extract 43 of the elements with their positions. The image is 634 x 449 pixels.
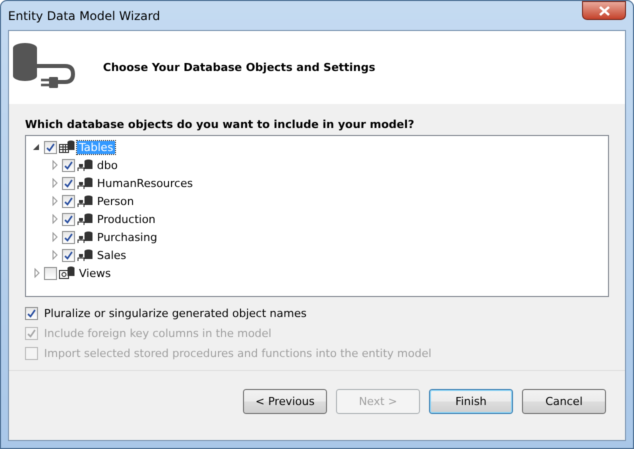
tree-checkbox[interactable] — [62, 158, 75, 172]
schema-icon — [77, 194, 93, 208]
schema-icon — [77, 230, 93, 244]
expand-arrow-icon[interactable] — [50, 160, 60, 170]
tree-checkbox[interactable] — [62, 212, 75, 226]
expand-arrow-icon[interactable] — [50, 250, 60, 260]
expand-arrow-icon[interactable] — [50, 196, 60, 206]
schema-icon — [77, 212, 93, 226]
expand-arrow-icon[interactable] — [50, 214, 60, 224]
close-button[interactable] — [582, 1, 626, 20]
view-database-icon — [59, 266, 75, 280]
expand-arrow-icon[interactable] — [50, 178, 60, 188]
tree-item[interactable]: Views — [77, 266, 113, 280]
page-heading: Choose Your Database Objects and Settings — [103, 61, 376, 74]
window-title: Entity Data Model Wizard — [8, 8, 160, 22]
tree-item[interactable]: HumanResources — [95, 176, 195, 190]
expand-arrow-icon[interactable] — [50, 232, 60, 242]
tree-item[interactable]: Sales — [95, 248, 128, 262]
checkbox-label: Include foreign key columns in the model — [44, 327, 272, 340]
schema-icon — [77, 176, 93, 190]
tree-item[interactable]: Purchasing — [95, 230, 160, 244]
dialog-button[interactable]: < Previous — [243, 389, 327, 414]
checkbox[interactable] — [25, 307, 38, 320]
tree-checkbox[interactable] — [44, 266, 57, 280]
question-label: Which database objects do you want to include in your model? — [25, 118, 416, 131]
schema-icon — [77, 158, 93, 172]
tree-checkbox[interactable] — [62, 194, 75, 208]
tree-checkbox[interactable] — [62, 176, 75, 190]
tree-checkbox[interactable] — [62, 230, 75, 244]
schema-icon — [77, 248, 93, 262]
close-icon — [598, 6, 610, 16]
tree-checkbox[interactable] — [62, 248, 75, 262]
checkbox-label: Pluralize or singularize generated object names — [44, 307, 307, 320]
expand-arrow-icon[interactable] — [32, 268, 42, 278]
collapse-arrow-icon[interactable] — [32, 142, 42, 152]
dialog-button[interactable]: Cancel — [522, 389, 606, 414]
checkbox-label: Import selected stored procedures and functions into the entity model — [44, 347, 432, 360]
tree-item[interactable]: Person — [95, 194, 136, 208]
tree-item[interactable]: dbo — [95, 158, 120, 172]
tree-checkbox[interactable] — [44, 140, 57, 154]
dialog-button[interactable]: Finish — [429, 389, 513, 414]
tree-item[interactable]: Production — [95, 212, 158, 226]
table-database-icon — [59, 140, 75, 154]
